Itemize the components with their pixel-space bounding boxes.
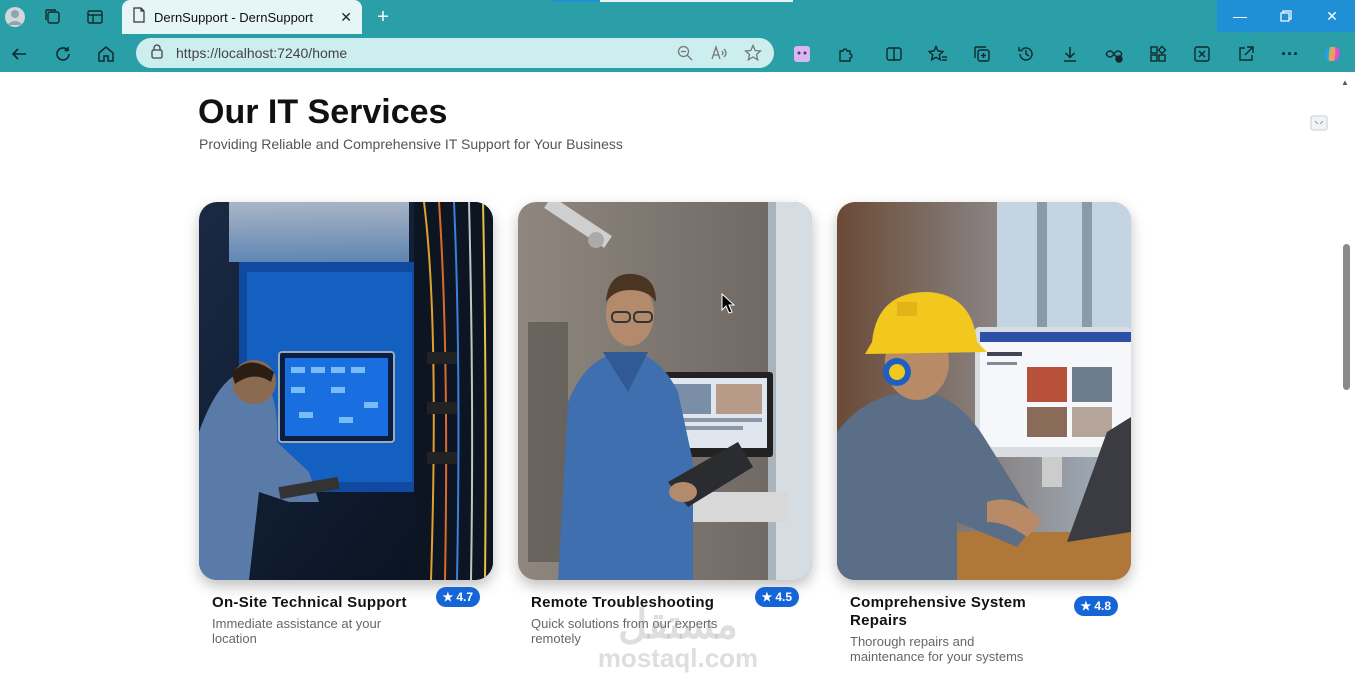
lock-icon[interactable] [150, 43, 164, 64]
refresh-icon[interactable] [50, 41, 76, 67]
service-name[interactable]: Remote Troubleshooting [531, 594, 731, 612]
apps-icon[interactable] [1145, 41, 1171, 67]
tab-active[interactable]: DernSupport - DernSupport ✕ [122, 0, 362, 34]
rating-value: 4.8 [1094, 599, 1111, 613]
browser-toolbar: https://localhost:7240/home ··· [0, 34, 1355, 72]
page-scrollbar[interactable]: ▲ [1338, 72, 1355, 695]
home-icon[interactable] [93, 41, 119, 67]
scroll-up-arrow-icon[interactable]: ▲ [1341, 78, 1349, 87]
page-subtitle: Providing Reliable and Comprehensive IT … [199, 136, 623, 152]
service-card[interactable]: Remote Troubleshooting Quick solutions f… [518, 202, 812, 646]
scrollbar-thumb[interactable] [1343, 244, 1350, 390]
rating-badge: ★ 4.5 [754, 587, 799, 607]
tab-strip-highlight [552, 0, 600, 2]
favorites-icon[interactable] [925, 41, 951, 67]
service-card[interactable]: On-Site Technical Support Immediate assi… [199, 202, 493, 646]
downloads-icon[interactable] [1057, 41, 1083, 67]
rating-value: 4.7 [456, 590, 473, 604]
tab-actions-icon[interactable] [80, 4, 110, 30]
tab-strip-highlight [600, 0, 793, 2]
service-name[interactable]: Comprehensive System Repairs [850, 594, 1050, 630]
star-icon: ★ [761, 590, 773, 604]
tab-title: DernSupport - DernSupport [154, 9, 313, 25]
url-text[interactable]: https://localhost:7240/home [176, 45, 672, 61]
address-bar[interactable]: https://localhost:7240/home [136, 38, 774, 68]
extensions-icon[interactable] [833, 41, 859, 67]
copilot-icon[interactable] [1319, 41, 1345, 67]
page-title: Our IT Services [198, 93, 448, 131]
service-description: Thorough repairs and maintenance for you… [850, 634, 1024, 664]
screenshot-icon[interactable] [1189, 41, 1215, 67]
rating-badge: ★ 4.8 [1073, 596, 1118, 616]
read-aloud-icon[interactable] [706, 40, 732, 66]
star-icon: ★ [1080, 599, 1092, 613]
close-window-icon[interactable]: ✕ [1309, 0, 1355, 32]
profile-icon[interactable] [0, 4, 30, 30]
rating-value: 4.5 [775, 590, 792, 604]
service-name[interactable]: On-Site Technical Support [212, 594, 412, 612]
service-description: Quick solutions from our experts remotel… [531, 616, 718, 646]
rating-badge: ★ 4.7 [435, 587, 480, 607]
collections-icon[interactable] [969, 41, 995, 67]
service-card[interactable]: Comprehensive System Repairs Thorough re… [837, 202, 1131, 664]
zoom-icon[interactable] [672, 40, 698, 66]
history-icon[interactable] [1013, 41, 1039, 67]
more-icon[interactable]: ··· [1277, 41, 1303, 67]
service-description: Immediate assistance at your location [212, 616, 382, 646]
page-icon [132, 6, 146, 28]
service-info: Comprehensive System Repairs Thorough re… [837, 580, 1131, 664]
new-tab-icon[interactable]: + [370, 4, 396, 30]
service-info: Remote Troubleshooting Quick solutions f… [518, 580, 812, 646]
split-screen-icon[interactable] [881, 41, 907, 67]
share-icon[interactable] [1233, 41, 1259, 67]
back-icon[interactable] [6, 41, 32, 67]
star-icon: ★ [442, 590, 454, 604]
close-icon[interactable]: ✕ [340, 9, 352, 26]
extension-app-icon[interactable] [789, 41, 815, 67]
service-image-tablet-technician[interactable] [518, 202, 812, 580]
performance-icon[interactable] [1101, 41, 1127, 67]
minimize-icon[interactable]: — [1217, 0, 1263, 32]
window-controls: — ✕ [1217, 0, 1355, 32]
service-image-server-room[interactable] [199, 202, 493, 580]
browser-tab-bar: DernSupport - DernSupport ✕ + — ✕ [0, 0, 1355, 34]
browser-sidebar-toggle-icon[interactable] [1304, 108, 1334, 138]
mouse-cursor-icon [721, 292, 736, 320]
service-image-hardhat-technician[interactable] [837, 202, 1131, 580]
favorite-star-icon[interactable] [740, 40, 766, 66]
restore-icon[interactable] [1263, 0, 1309, 32]
collections-icon[interactable] [38, 4, 68, 30]
service-info: On-Site Technical Support Immediate assi… [199, 580, 493, 646]
